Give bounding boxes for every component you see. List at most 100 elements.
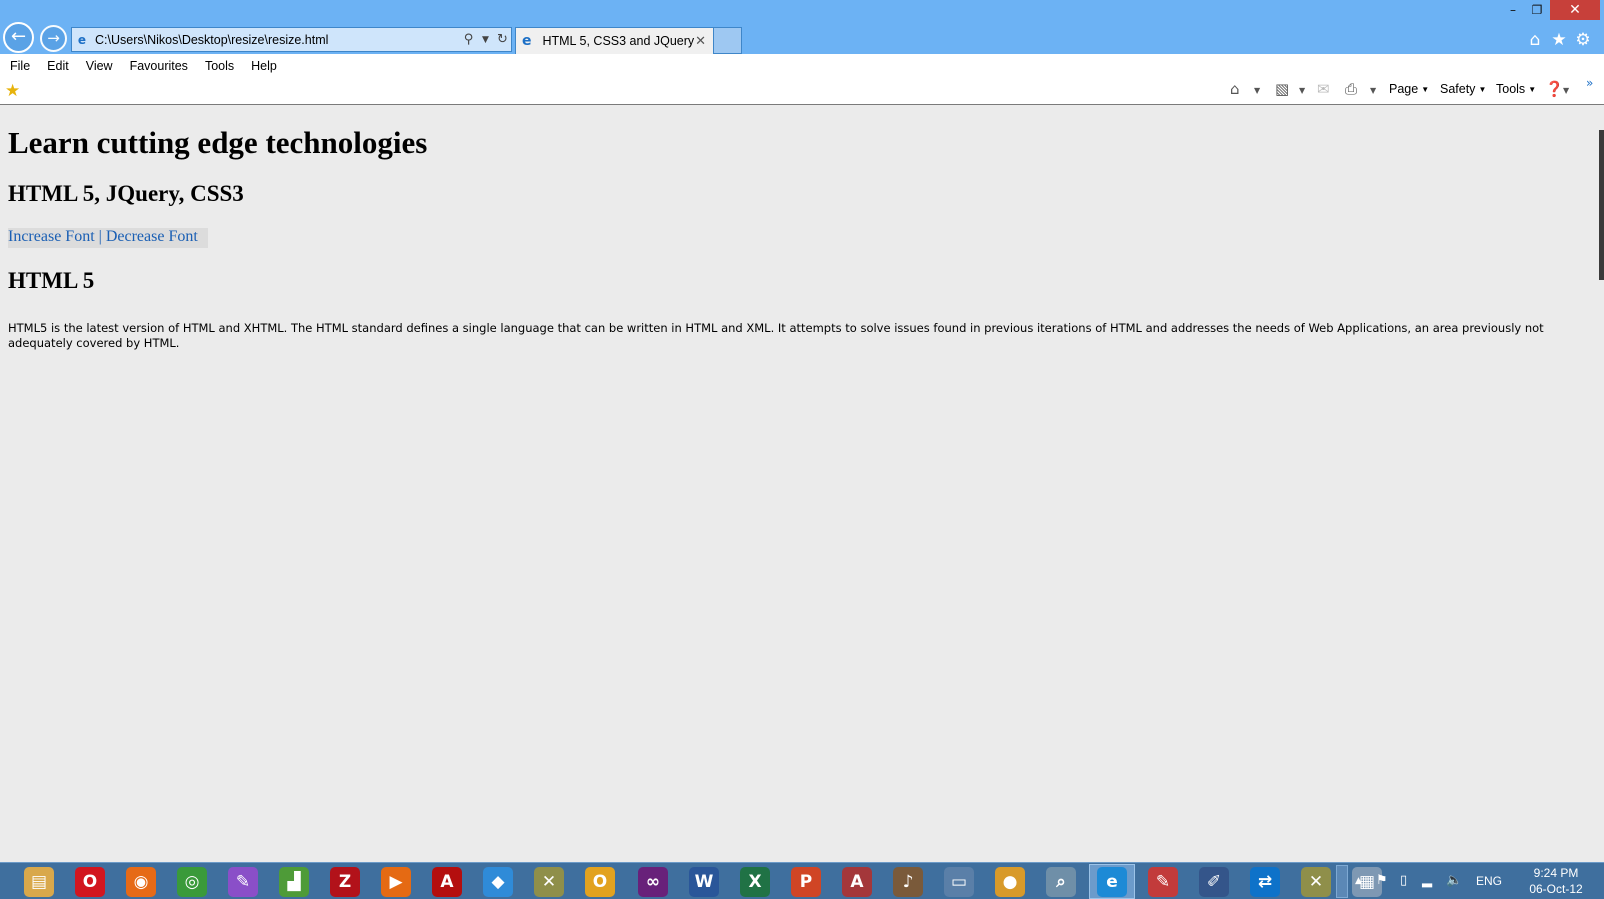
home-icon[interactable]: ⌂: [1524, 29, 1546, 51]
taskbar-app-firefox[interactable]: ◉: [118, 864, 164, 899]
command-bar: ★ ⌂ ▼ ▧ ▼ ✉ ⎙ ▼ Page ▼ Safety ▼ Tools ▼ ❓ ▼…: [0, 76, 1604, 105]
print-dropdown-icon[interactable]: ▼: [1370, 86, 1376, 95]
tools-menu[interactable]: Tools ▼: [1496, 82, 1536, 96]
tray-show-hidden-icon[interactable]: ▲: [1355, 876, 1362, 886]
network-signal-icon[interactable]: ▂: [1422, 873, 1432, 888]
taskbar-app-opera[interactable]: O: [67, 864, 113, 899]
taskbar-app-file-explorer[interactable]: ▤: [16, 864, 62, 899]
music-app-icon: ♪: [893, 866, 923, 897]
taskbar-app-chrome[interactable]: ◎: [169, 864, 215, 899]
page-menu[interactable]: Page ▼: [1389, 82, 1429, 96]
opera-icon: O: [75, 866, 105, 897]
back-button[interactable]: ←: [3, 22, 34, 53]
taskbar-app-excel[interactable]: X: [732, 864, 778, 899]
tools-menu-label: Tools: [1496, 82, 1526, 96]
filezilla-icon: Z: [330, 866, 360, 897]
rss-feed-icon[interactable]: ▧: [1275, 80, 1289, 98]
dropdown-caret-icon[interactable]: ▼: [477, 35, 494, 45]
menu-favourites[interactable]: Favourites: [130, 59, 188, 73]
caret-down-icon: ▼: [1528, 85, 1537, 95]
decrease-font-link[interactable]: Decrease Font: [106, 228, 198, 245]
taskbar-app-color-picker[interactable]: ✎: [220, 864, 266, 899]
chevron-more-icon[interactable]: »: [1586, 76, 1593, 90]
mail-icon[interactable]: ✉: [1317, 80, 1330, 98]
internet-explorer-icon: e: [1097, 866, 1127, 897]
taskbar-app-visual-studio[interactable]: ∞: [630, 864, 676, 899]
address-url[interactable]: C:\Users\Nikos\Desktop\resize\resize.htm…: [92, 33, 460, 47]
home-icon[interactable]: ⌂: [1230, 80, 1240, 98]
taskbar-app-teamviewer[interactable]: ⇄: [1242, 864, 1288, 899]
media-player-icon: ▶: [381, 866, 411, 897]
action-center-flag-icon[interactable]: ⚑: [1376, 873, 1388, 888]
menu-help[interactable]: Help: [251, 59, 277, 73]
clock-time[interactable]: 9:24 PM: [1517, 866, 1595, 880]
volume-icon[interactable]: 🔈: [1446, 873, 1462, 888]
outlook-icon: O: [585, 866, 615, 897]
menu-view[interactable]: View: [86, 59, 113, 73]
magnifier-icon: ⌕: [1046, 866, 1076, 897]
help-icon[interactable]: ❓: [1545, 80, 1564, 98]
section-paragraph: HTML5 is the latest version of HTML and …: [8, 321, 1544, 350]
taskbar-app-screen-tool[interactable]: ✐: [1191, 864, 1237, 899]
minimize-button[interactable]: –: [1501, 0, 1525, 20]
clock-date[interactable]: 06-Oct-12: [1517, 882, 1595, 896]
help-dropdown-icon[interactable]: ▼: [1563, 86, 1569, 95]
taskbar-app-internet-explorer[interactable]: e: [1089, 864, 1135, 899]
print-icon[interactable]: ⎙: [1345, 80, 1357, 98]
powerpoint-icon: P: [791, 866, 821, 897]
menu-edit[interactable]: Edit: [47, 59, 69, 73]
scrollbar-thumb[interactable]: [1599, 130, 1604, 280]
battery-icon[interactable]: ▯: [1400, 873, 1407, 888]
taskbar-app-music-app[interactable]: ♪: [885, 864, 931, 899]
address-bar[interactable]: e C:\Users\Nikos\Desktop\resize\resize.h…: [71, 27, 512, 52]
taskbar-app-chart-app[interactable]: ▟: [271, 864, 317, 899]
firefox-icon: ◉: [126, 866, 156, 897]
file-explorer-icon: ▤: [24, 866, 54, 897]
word-icon: W: [689, 866, 719, 897]
menu-file[interactable]: File: [10, 59, 30, 73]
taskbar-app-dropbox[interactable]: ◆: [475, 864, 521, 899]
taskbar-app-magnifier[interactable]: ⌕: [1038, 864, 1084, 899]
restore-button[interactable]: ❐: [1525, 0, 1549, 20]
taskbar-app-outlook[interactable]: O: [577, 864, 623, 899]
taskbar-app-powerpoint[interactable]: P: [783, 864, 829, 899]
menu-tools[interactable]: Tools: [205, 59, 234, 73]
increase-font-link[interactable]: Increase Font: [8, 228, 95, 245]
dropbox-icon: ◆: [483, 866, 513, 897]
link-separator: |: [98, 228, 102, 245]
page-menu-label: Page: [1389, 82, 1419, 96]
new-tab-button[interactable]: [714, 27, 742, 54]
color-picker-icon: ✎: [228, 866, 258, 897]
taskbar-app-presentation[interactable]: ▭: [936, 864, 982, 899]
taskbar-app-media-player[interactable]: ▶: [373, 864, 419, 899]
gear-icon[interactable]: ⚙: [1572, 29, 1594, 51]
arrow-left-icon: ←: [10, 26, 27, 47]
taskbar-app-pdf-tool[interactable]: ✎: [1140, 864, 1186, 899]
language-indicator[interactable]: ENG: [1476, 874, 1502, 888]
taskbar-app-paint[interactable]: ●: [987, 864, 1033, 899]
home-dropdown-icon[interactable]: ▼: [1254, 86, 1260, 95]
taskbar-app-filezilla[interactable]: Z: [322, 864, 368, 899]
chart-app-icon: ▟: [279, 866, 309, 897]
taskbar-app-tools[interactable]: ✕: [526, 864, 572, 899]
taskbar-app-acrobat[interactable]: A: [424, 864, 470, 899]
refresh-icon[interactable]: ↻: [494, 32, 511, 47]
tab-close-icon[interactable]: ✕: [694, 34, 707, 49]
search-icon[interactable]: ⚲: [460, 32, 477, 47]
add-favorites-icon[interactable]: ★: [5, 81, 20, 101]
star-icon[interactable]: ★: [1548, 29, 1570, 51]
taskbar-overflow-button[interactable]: [1336, 865, 1348, 898]
forward-button[interactable]: →: [40, 25, 67, 52]
browser-title-bar: ← → e C:\Users\Nikos\Desktop\resize\resi…: [0, 0, 1604, 54]
taskbar-app-settings-tools[interactable]: ✕: [1293, 864, 1339, 899]
taskbar-app-word[interactable]: W: [681, 864, 727, 899]
taskbar-app-access[interactable]: A: [834, 864, 880, 899]
safety-menu[interactable]: Safety ▼: [1440, 82, 1486, 96]
feed-dropdown-icon[interactable]: ▼: [1299, 86, 1305, 95]
close-button[interactable]: ✕: [1550, 0, 1600, 20]
acrobat-icon: A: [432, 866, 462, 897]
section-heading: HTML 5: [8, 268, 95, 293]
page-title: Learn cutting edge technologies: [8, 125, 428, 160]
tab-active[interactable]: e HTML 5, CSS3 and JQuery ✕: [515, 27, 714, 54]
caret-down-icon: ▼: [1421, 85, 1430, 95]
